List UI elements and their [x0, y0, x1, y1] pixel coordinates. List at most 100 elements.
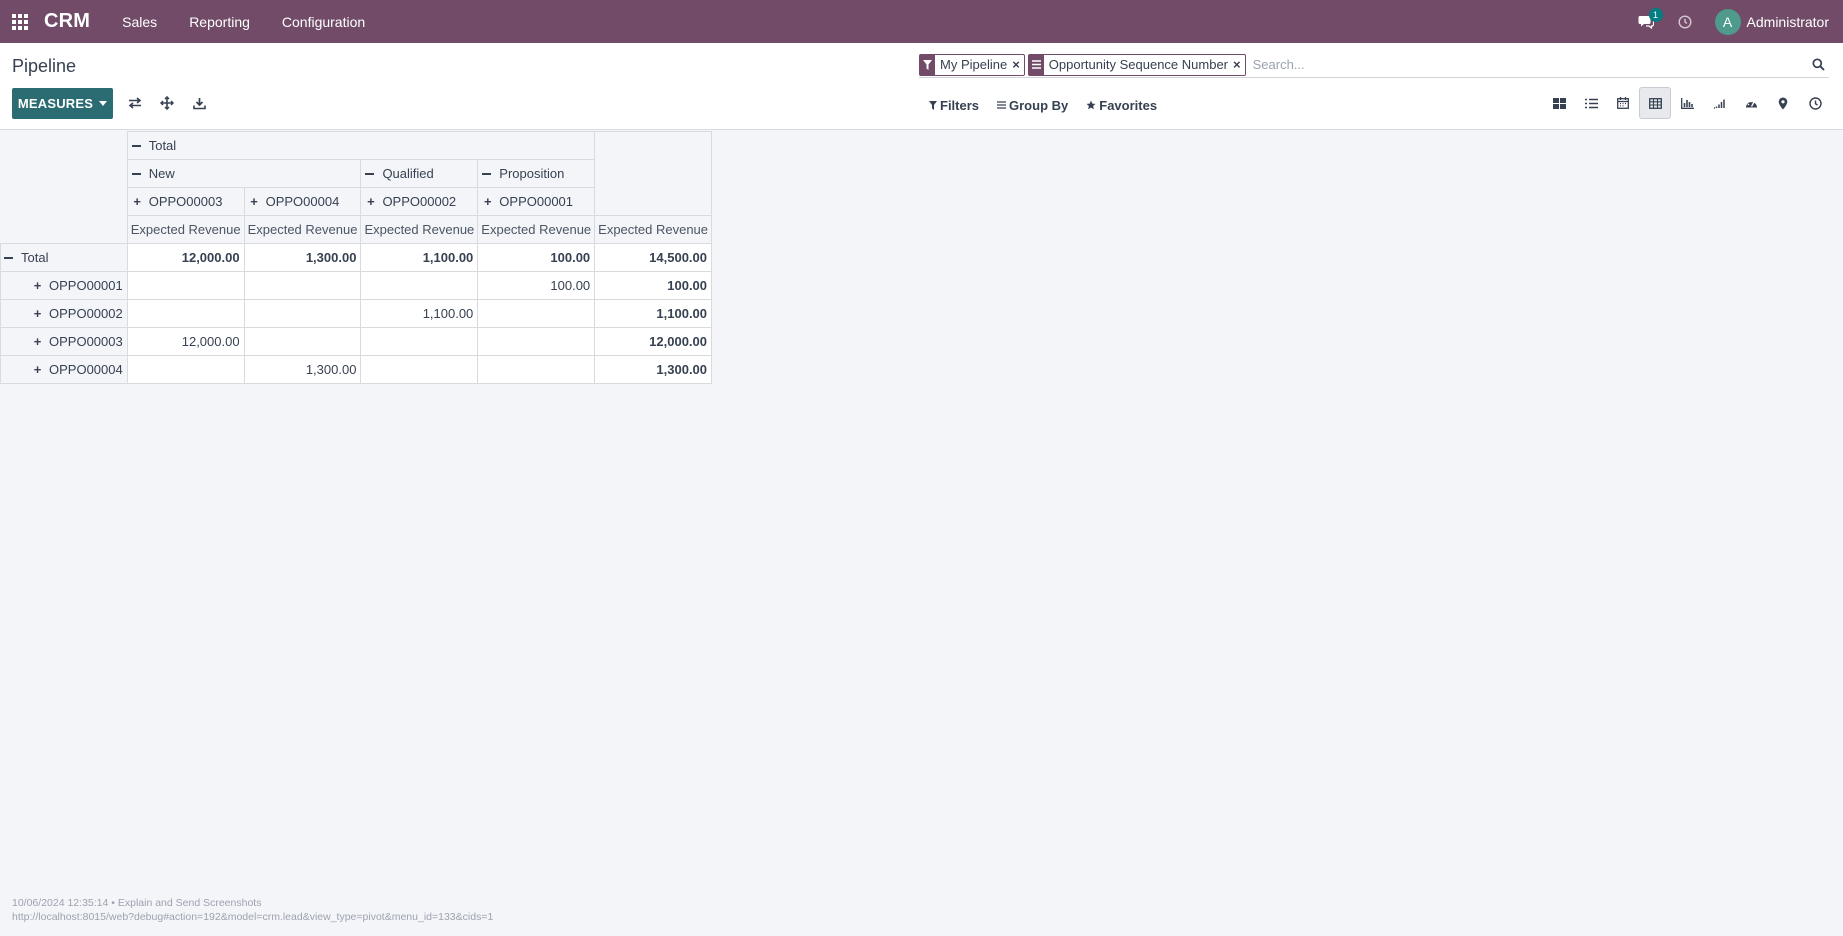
- col-header-grand-total: [594, 131, 713, 216]
- pivot-cell-row-total[interactable]: 12,000.00: [594, 327, 713, 356]
- col-header-stage-new[interactable]: New: [126, 159, 362, 188]
- filters-button[interactable]: Filters: [929, 98, 979, 113]
- avatar[interactable]: A: [1714, 8, 1741, 35]
- pivot-cell[interactable]: 1,100.00: [360, 243, 479, 272]
- measure-header[interactable]: Expected Revenue: [477, 215, 596, 244]
- pivot-cell[interactable]: 1,300.00: [243, 243, 362, 272]
- measure-header[interactable]: Expected Revenue: [243, 215, 362, 244]
- download-button[interactable]: [186, 90, 212, 116]
- messaging-button[interactable]: 1: [1631, 0, 1663, 43]
- pivot-cell-grand-total[interactable]: 14,500.00: [594, 243, 713, 272]
- pivot-corner: [0, 131, 128, 244]
- pivot-cell[interactable]: 12,000.00: [126, 243, 245, 272]
- col-header-opportunity[interactable]: + OPPO00004: [243, 187, 362, 216]
- view-kanban[interactable]: [1543, 87, 1575, 119]
- row-header-opportunity[interactable]: + OPPO00003: [0, 327, 128, 356]
- pivot-cell-row-total[interactable]: 100.00: [594, 271, 713, 300]
- pivot-cell[interactable]: [126, 355, 245, 384]
- debug-footer: 10/06/2024 12:35:14 • Explain and Send S…: [12, 896, 493, 924]
- collapse-icon: [365, 172, 375, 175]
- pivot-cell[interactable]: 12,000.00: [126, 327, 245, 356]
- page-title: Pipeline: [12, 56, 77, 76]
- apps-menu-icon[interactable]: [0, 0, 40, 43]
- measure-header[interactable]: Expected Revenue: [594, 215, 713, 244]
- row-header-opportunity[interactable]: + OPPO00004: [0, 355, 128, 384]
- pivot-cell[interactable]: [126, 299, 245, 328]
- view-map[interactable]: [1767, 87, 1799, 119]
- pivot-cell[interactable]: 100.00: [477, 243, 596, 272]
- expand-all-button[interactable]: [154, 90, 180, 116]
- filter-icon: [920, 54, 935, 75]
- list-icon: [1584, 98, 1598, 108]
- view-dashboard[interactable]: [1735, 87, 1767, 119]
- top-navbar: CRM Sales Reporting Configuration 1 A Ad…: [0, 0, 1843, 43]
- star-icon: [1086, 100, 1096, 110]
- pivot-icon: [1648, 97, 1662, 109]
- row-header-opportunity[interactable]: + OPPO00002: [0, 299, 128, 328]
- view-list[interactable]: [1575, 87, 1607, 119]
- pivot-cell[interactable]: [477, 355, 596, 384]
- view-cohort[interactable]: [1703, 87, 1735, 119]
- close-icon[interactable]: ×: [1233, 57, 1245, 72]
- pivot-cell-row-total[interactable]: 1,300.00: [594, 355, 713, 384]
- col-header-opportunity[interactable]: + OPPO00002: [360, 187, 479, 216]
- menu-sales[interactable]: Sales: [122, 14, 157, 30]
- facet-my-pipeline[interactable]: My Pipeline ×: [919, 53, 1025, 76]
- pivot-cell[interactable]: [243, 327, 362, 356]
- pivot-cell[interactable]: [243, 299, 362, 328]
- menu-configuration[interactable]: Configuration: [282, 14, 365, 30]
- pivot-cell[interactable]: 100.00: [477, 271, 596, 300]
- measures-button[interactable]: MEASURES: [12, 88, 113, 119]
- activity-button[interactable]: [1675, 0, 1695, 43]
- pivot-cell[interactable]: [360, 355, 479, 384]
- facet-label: My Pipeline: [940, 57, 1008, 72]
- view-calendar[interactable]: [1607, 87, 1639, 119]
- pivot-cell[interactable]: [360, 327, 479, 356]
- favorites-button[interactable]: Favorites: [1086, 98, 1157, 113]
- search-input[interactable]: [1248, 57, 1807, 72]
- col-header-total[interactable]: Total: [126, 131, 596, 160]
- table-row: + OPPO00004 1,300.00 1,300.00: [0, 355, 713, 384]
- graph-icon: [1680, 97, 1694, 109]
- view-graph[interactable]: [1671, 87, 1703, 119]
- pivot-cell[interactable]: [477, 299, 596, 328]
- menu-reporting[interactable]: Reporting: [189, 14, 250, 30]
- expand-icon: +: [484, 194, 492, 209]
- pivot-cell[interactable]: [243, 271, 362, 300]
- col-header-opportunity[interactable]: + OPPO00001: [477, 187, 596, 216]
- bars-icon: [997, 101, 1007, 109]
- row-header-total[interactable]: Total: [0, 243, 128, 272]
- pivot-cell[interactable]: [126, 271, 245, 300]
- group-by-icon: [1028, 54, 1044, 75]
- group-by-button[interactable]: Group By: [997, 98, 1068, 113]
- col-header-opportunity[interactable]: + OPPO00003: [126, 187, 245, 216]
- measure-header[interactable]: Expected Revenue: [360, 215, 479, 244]
- pivot-cell[interactable]: [477, 327, 596, 356]
- measure-header[interactable]: Expected Revenue: [126, 215, 245, 244]
- facet-label: Opportunity Sequence Number: [1048, 57, 1229, 72]
- expand-icon: +: [33, 334, 42, 349]
- view-activity[interactable]: [1799, 87, 1831, 119]
- search-icon[interactable]: [1807, 54, 1829, 76]
- dashboard-icon: [1745, 100, 1757, 107]
- expand-icon: +: [33, 278, 42, 293]
- chat-count-badge: 1: [1648, 8, 1663, 22]
- control-panel: Pipeline MEASURES My Pipeline × Opportun…: [0, 43, 1843, 130]
- table-row: + OPPO00003 12,000.00 12,000.00: [0, 327, 713, 356]
- user-menu[interactable]: Administrator: [1747, 14, 1829, 30]
- table-row: + OPPO00001 100.00 100.00: [0, 271, 713, 300]
- col-header-stage-qualified[interactable]: Qualified: [360, 159, 479, 188]
- view-pivot[interactable]: [1639, 87, 1671, 119]
- pivot-cell-row-total[interactable]: 1,100.00: [594, 299, 713, 328]
- close-icon[interactable]: ×: [1012, 57, 1024, 72]
- col-header-stage-proposition[interactable]: Proposition: [477, 159, 596, 188]
- app-brand[interactable]: CRM: [44, 10, 90, 33]
- facet-group-by[interactable]: Opportunity Sequence Number ×: [1027, 53, 1246, 76]
- search-panel-toggles: Filters Group By Favorites: [929, 95, 1157, 115]
- flip-axis-button[interactable]: [122, 90, 148, 116]
- row-header-opportunity[interactable]: + OPPO00001: [0, 271, 128, 300]
- pivot-cell[interactable]: 1,100.00: [360, 299, 479, 328]
- pivot-cell[interactable]: [360, 271, 479, 300]
- pivot-cell[interactable]: 1,300.00: [243, 355, 362, 384]
- expand-icon: +: [33, 306, 42, 321]
